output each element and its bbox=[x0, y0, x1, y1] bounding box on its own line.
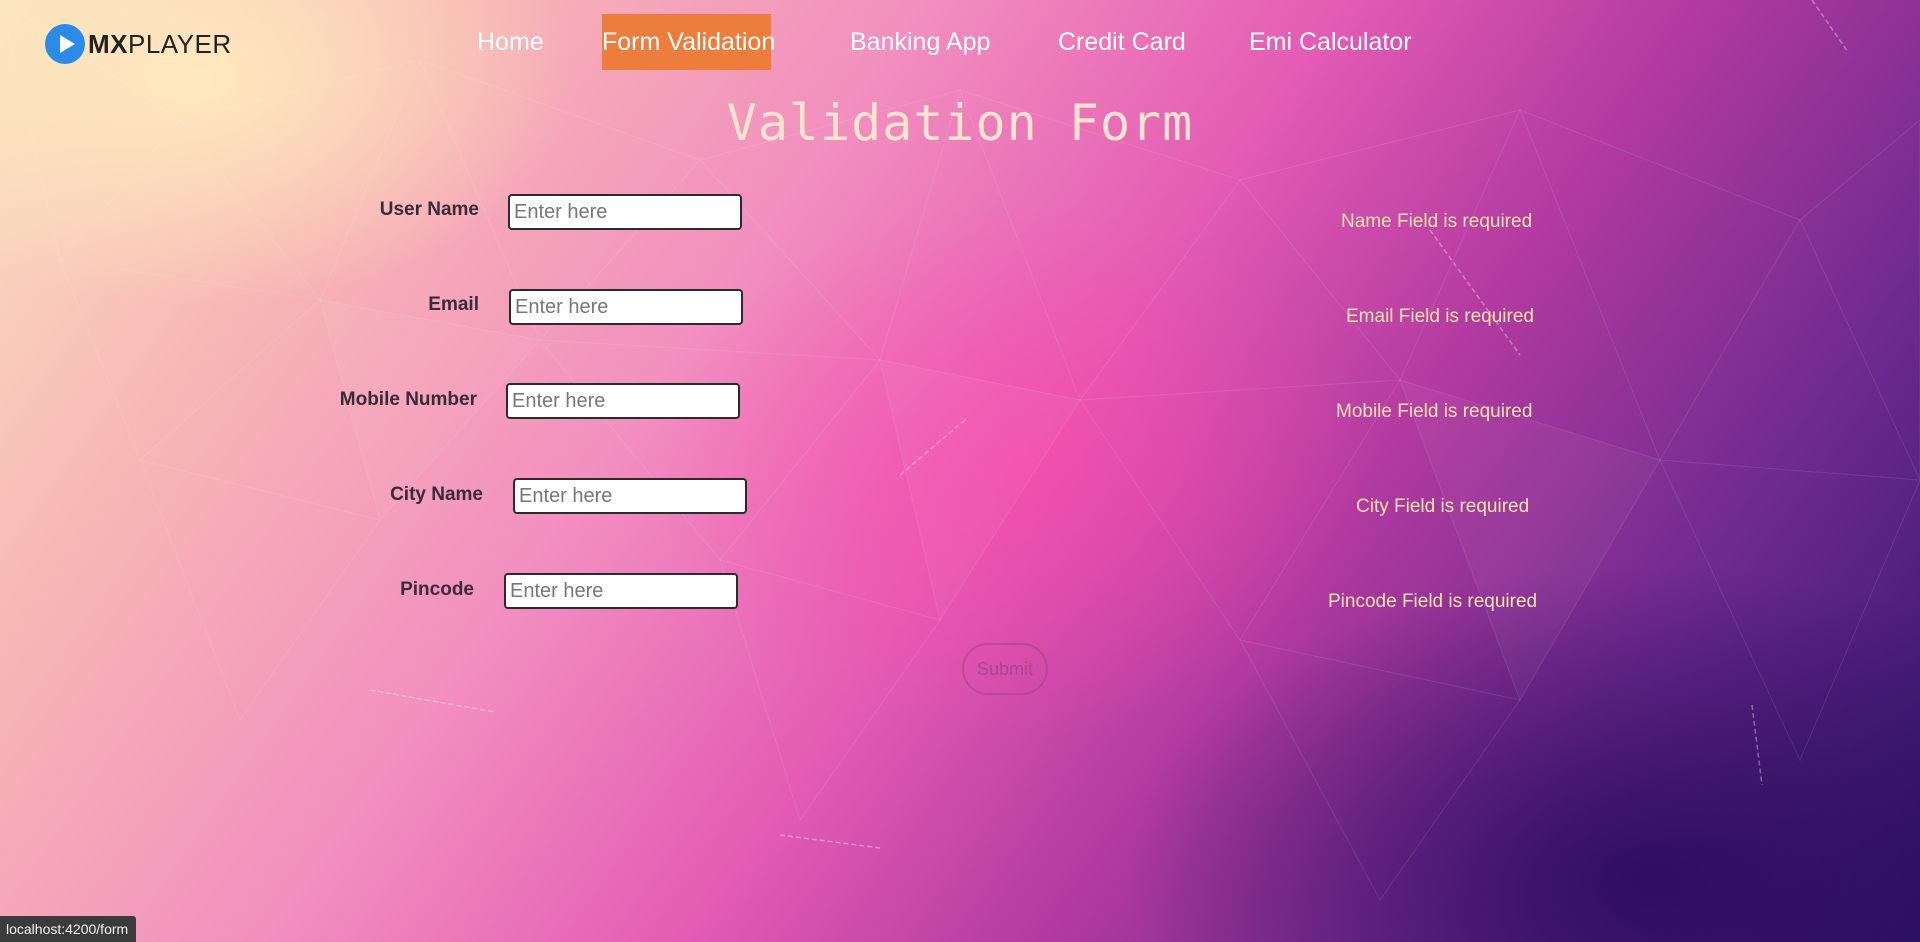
pincode-error: Pincode Field is required bbox=[1328, 591, 1538, 612]
brand-name: MXPLAYER bbox=[88, 29, 232, 60]
top-navbar: MXPLAYER Home Form Validation Banking Ap… bbox=[0, 0, 1920, 80]
city-name-input[interactable] bbox=[513, 478, 747, 514]
brand-name-bold: MX bbox=[88, 28, 128, 59]
user-name-input[interactable] bbox=[508, 194, 742, 230]
submit-button[interactable]: Submit bbox=[962, 643, 1048, 695]
mobile-number-error: Mobile Field is required bbox=[1336, 401, 1533, 422]
play-circle-icon bbox=[45, 24, 85, 64]
label-pincode: Pincode bbox=[400, 579, 474, 600]
label-city-name: City Name bbox=[390, 484, 483, 505]
page-title: Validation Form bbox=[726, 94, 1194, 152]
pincode-input[interactable] bbox=[504, 573, 738, 609]
nav-emi-calculator[interactable]: Emi Calculator bbox=[1239, 14, 1422, 70]
nav-home[interactable]: Home bbox=[467, 14, 554, 70]
status-bar-url: localhost:4200/form bbox=[0, 916, 137, 942]
label-mobile-number: Mobile Number bbox=[339, 389, 477, 410]
brand-logo[interactable]: MXPLAYER bbox=[45, 24, 232, 64]
label-user-name: User Name bbox=[379, 199, 479, 220]
nav-credit-card[interactable]: Credit Card bbox=[1048, 14, 1196, 70]
user-name-error: Name Field is required bbox=[1341, 211, 1533, 232]
brand-name-rest: PLAYER bbox=[128, 28, 232, 59]
city-name-error: City Field is required bbox=[1356, 496, 1530, 517]
mobile-number-input[interactable] bbox=[506, 383, 740, 419]
email-error: Email Field is required bbox=[1346, 306, 1534, 327]
nav-form-validation[interactable]: Form Validation bbox=[602, 14, 775, 70]
email-input[interactable] bbox=[509, 289, 743, 325]
nav-banking-app[interactable]: Banking App bbox=[840, 14, 1000, 70]
label-email: Email bbox=[428, 294, 479, 315]
